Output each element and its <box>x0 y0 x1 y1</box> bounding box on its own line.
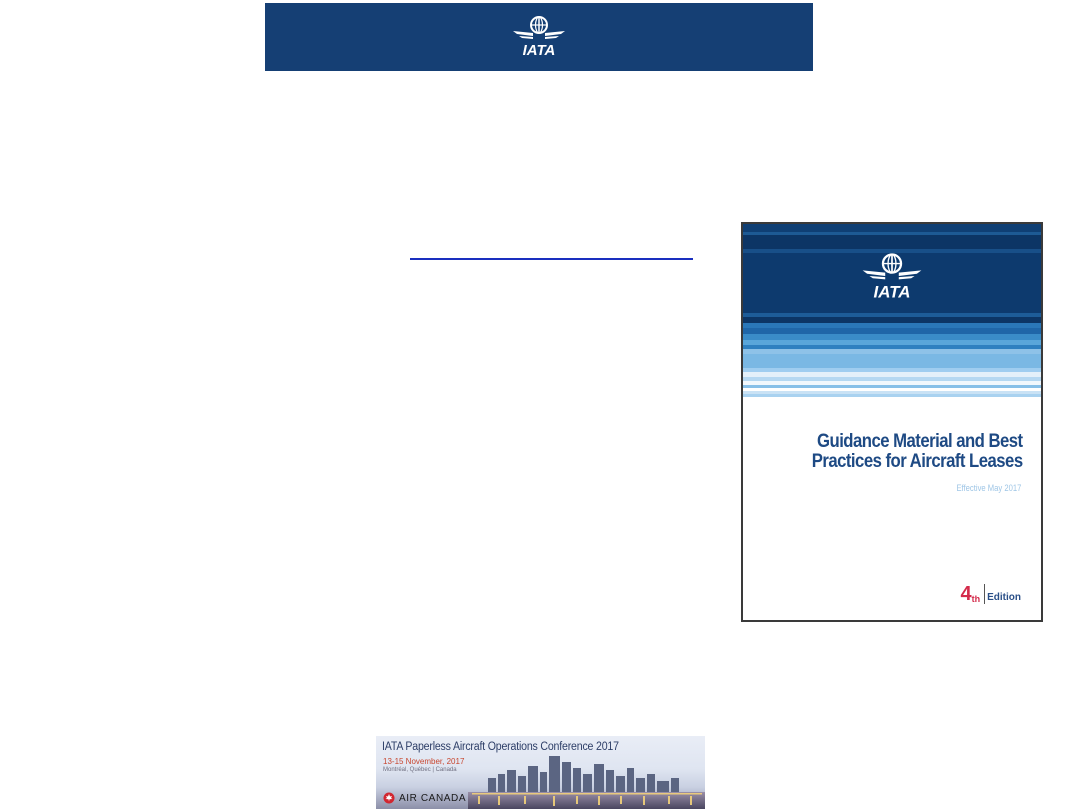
edition-word: Edition <box>987 592 1021 603</box>
cover-title-line1: Guidance Material and Best <box>817 431 1023 452</box>
maple-leaf-icon <box>383 792 395 804</box>
conference-title: IATA Paperless Aircraft Operations Confe… <box>382 741 619 753</box>
cover-iata-logo-icon: IATA <box>862 253 922 301</box>
conference-dates: 13-15 November, 2017 <box>383 757 465 766</box>
city-skyline-image <box>468 756 705 809</box>
guidance-material-cover: IATA Guidance Material and Best Practice… <box>741 222 1043 622</box>
edition-label: 4 th Edition <box>960 584 1021 604</box>
header-logo-text: IATA <box>523 42 556 59</box>
cover-title-line2: Practices for Aircraft Leases <box>812 451 1023 472</box>
edition-divider <box>984 584 986 604</box>
cover-effective-date: Effective May 2017 <box>956 483 1021 493</box>
air-canada-wordmark: AIR CANADA <box>399 792 467 804</box>
conference-banner: IATA Paperless Aircraft Operations Confe… <box>376 736 705 809</box>
edition-number: 4 <box>960 583 972 605</box>
header-banner: IATA <box>265 3 813 71</box>
cover-title: Guidance Material and Best Practices for… <box>812 432 1023 472</box>
hyperlink-underline[interactable] <box>410 258 693 260</box>
cover-logo-text: IATA <box>874 282 911 301</box>
edition-suffix: th <box>971 594 981 604</box>
air-canada-logo: AIR CANADA <box>383 792 466 804</box>
conference-location: Montréal, Québec | Canada <box>383 767 457 773</box>
iata-logo-icon: IATA <box>513 16 565 59</box>
